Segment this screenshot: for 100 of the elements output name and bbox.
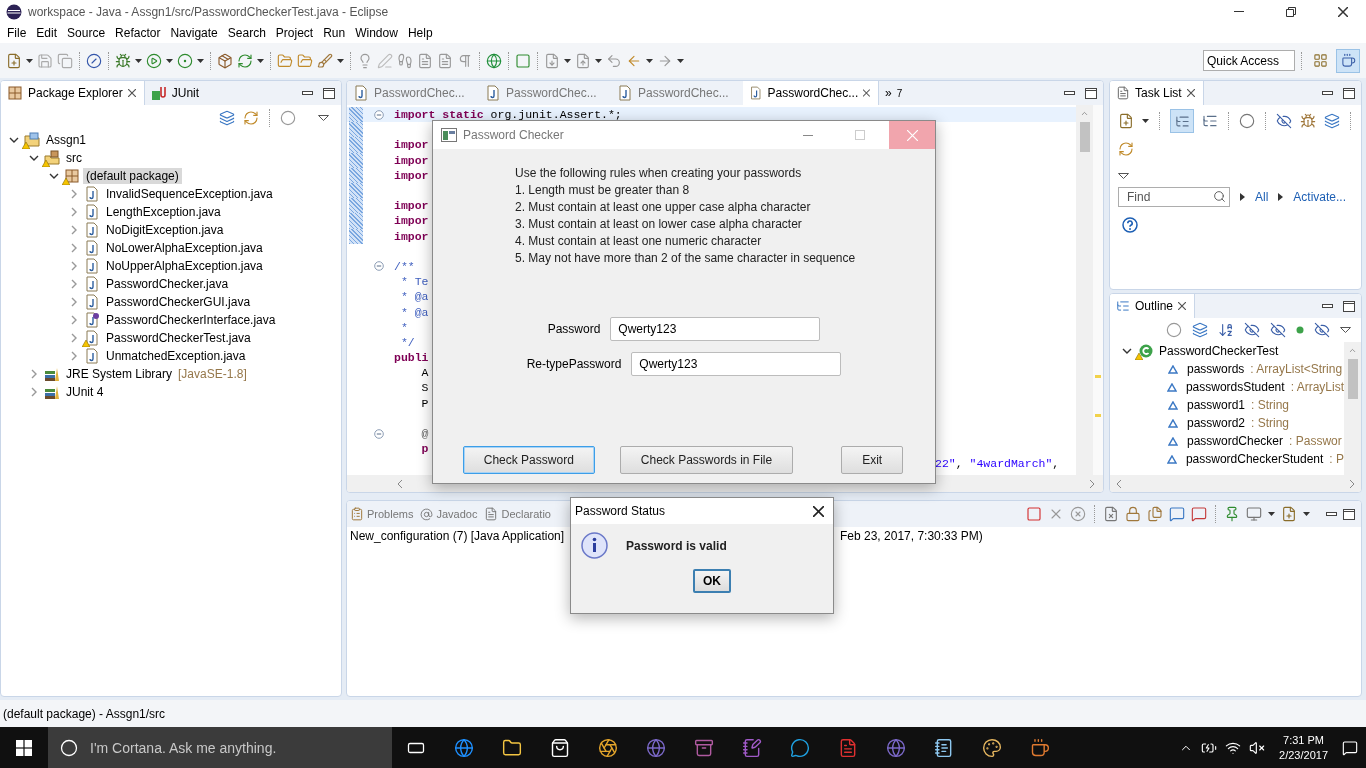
cortana-circle-icon[interactable]: [60, 738, 78, 757]
stop-icon[interactable]: [1026, 506, 1042, 522]
caret-icon[interactable]: [257, 58, 264, 63]
caret-icon[interactable]: [595, 58, 602, 63]
hide-local-types-icon[interactable]: [1314, 322, 1330, 338]
volume-muted-icon[interactable]: [1249, 739, 1266, 756]
caret-icon[interactable]: [26, 58, 33, 63]
password-field[interactable]: Qwerty123: [610, 317, 821, 341]
caret-icon[interactable]: [197, 58, 204, 63]
tree-item[interactable]: PasswordChecker.java: [103, 276, 232, 292]
menu-item[interactable]: File: [2, 26, 32, 40]
chat-bubble-icon[interactable]: [790, 737, 810, 758]
striped-globe-icon[interactable]: [646, 737, 666, 758]
help-icon[interactable]: [1122, 217, 1138, 233]
chevron-right-icon[interactable]: [69, 315, 79, 325]
tree-item[interactable]: JRE System Library: [63, 366, 176, 382]
panel-tab[interactable]: Javadoc: [417, 501, 482, 527]
tree-item[interactable]: PasswordCheckerTest.java: [103, 330, 254, 346]
scroll-lock-icon[interactable]: [1125, 506, 1141, 522]
notebook-icon[interactable]: [742, 737, 762, 758]
package-icon[interactable]: [217, 52, 233, 69]
method-dot-icon[interactable]: [1296, 326, 1304, 334]
view-menu-icon[interactable]: [1118, 173, 1129, 179]
filter-link[interactable]: All: [1255, 190, 1269, 204]
shopping-bag-icon[interactable]: [550, 737, 570, 758]
menu-item[interactable]: Edit: [31, 26, 63, 40]
search-box[interactable]: I'm Cortana. Ask me anything.: [48, 727, 392, 768]
caret-icon[interactable]: [646, 58, 653, 63]
tree-item[interactable]: UnmatchedException.java: [103, 348, 249, 364]
archive-icon[interactable]: [694, 737, 714, 758]
caret-icon[interactable]: [1142, 119, 1149, 123]
panel-tab[interactable]: Package Explorer: [1, 81, 145, 105]
tree-item[interactable]: JUnit 4: [63, 384, 107, 400]
minimize-icon[interactable]: [1326, 512, 1337, 516]
quick-access-field[interactable]: Quick Access: [1203, 50, 1295, 71]
menu-item[interactable]: Help: [402, 26, 438, 40]
scheduled-icon[interactable]: [1202, 113, 1218, 129]
view-menu-icon[interactable]: [318, 115, 329, 121]
coffee-cup-icon[interactable]: [1340, 53, 1356, 68]
dialog-button[interactable]: Exit: [841, 446, 904, 474]
vertical-scrollbar[interactable]: [1076, 105, 1093, 475]
filter-icon[interactable]: [1239, 113, 1255, 129]
folder-icon[interactable]: [502, 737, 522, 758]
caret-icon[interactable]: [337, 58, 344, 63]
chevron-down-icon[interactable]: [49, 171, 59, 181]
tree-item[interactable]: src: [63, 150, 85, 166]
tree-item[interactable]: passwordChecker: [1184, 433, 1287, 449]
dialog-button[interactable]: Check Password: [462, 446, 595, 474]
aperture-icon[interactable]: [598, 737, 618, 758]
chevron-down-icon[interactable]: [1122, 346, 1132, 356]
view-menu-icon[interactable]: [1340, 327, 1351, 333]
chevron-right-icon[interactable]: [69, 243, 79, 253]
close-icon[interactable]: [812, 505, 824, 517]
close-tab-icon[interactable]: [1178, 302, 1187, 310]
minimize-icon[interactable]: [1322, 91, 1333, 95]
new-task-icon[interactable]: [1118, 113, 1134, 129]
maximize-icon[interactable]: [1343, 87, 1355, 99]
vertical-scrollbar[interactable]: [1344, 342, 1361, 475]
brush-icon[interactable]: [317, 52, 333, 69]
panel-tab[interactable]: Outline: [1110, 294, 1196, 318]
hide-fields-icon[interactable]: [1244, 322, 1260, 338]
sync-icon[interactable]: [1118, 141, 1134, 157]
chevron-right-icon[interactable]: [69, 261, 79, 271]
chevron-right-icon[interactable]: [69, 297, 79, 307]
notification-icon[interactable]: [1342, 739, 1358, 756]
clock[interactable]: 7:31 PM 2/23/2017: [1273, 732, 1334, 763]
chevron-right-icon[interactable]: [69, 351, 79, 361]
maximize-icon[interactable]: [1343, 508, 1355, 520]
find-field[interactable]: Find: [1118, 187, 1230, 207]
windows-logo-icon[interactable]: [16, 739, 32, 756]
scroll-thumb[interactable]: [1347, 359, 1358, 399]
document-icon[interactable]: [417, 52, 433, 69]
hide-completed-icon[interactable]: [1276, 113, 1292, 129]
display-console-icon[interactable]: [1246, 506, 1262, 522]
tree-item[interactable]: passwordCheckerStudent: [1182, 451, 1327, 467]
document-icon[interactable]: [838, 737, 858, 758]
menu-item[interactable]: Navigate: [165, 26, 223, 40]
ok-button[interactable]: OK: [693, 569, 731, 593]
tree-item[interactable]: Assgn1: [43, 132, 90, 148]
clear-console-icon[interactable]: [1103, 506, 1119, 522]
bug-icon[interactable]: [115, 52, 131, 69]
problems-icon[interactable]: [350, 507, 364, 521]
open-type-icon[interactable]: [277, 52, 293, 69]
tree-item[interactable]: NoDigitException.java: [103, 222, 227, 238]
coverage-icon[interactable]: [177, 52, 193, 69]
editor-tab[interactable]: PasswordChec...: [611, 81, 743, 105]
chevron-right-icon[interactable]: [69, 189, 79, 199]
close-tab-icon[interactable]: [1186, 89, 1195, 97]
panel-tab[interactable]: Task List: [1110, 81, 1204, 105]
dialog-button[interactable]: Check Passwords in File: [619, 446, 794, 474]
caret-icon[interactable]: [166, 58, 173, 63]
caret-icon[interactable]: [135, 58, 142, 63]
tree-item[interactable]: PasswordCheckerGUI.java: [103, 294, 254, 310]
run-icon[interactable]: [146, 52, 162, 69]
chevron-down-icon[interactable]: [9, 135, 19, 145]
maximize-icon[interactable]: [323, 87, 335, 99]
close-icon[interactable]: [1338, 6, 1348, 17]
pilcrow-icon[interactable]: [457, 52, 473, 69]
declaration-icon[interactable]: [484, 507, 499, 521]
fold-icon[interactable]: [373, 261, 384, 272]
